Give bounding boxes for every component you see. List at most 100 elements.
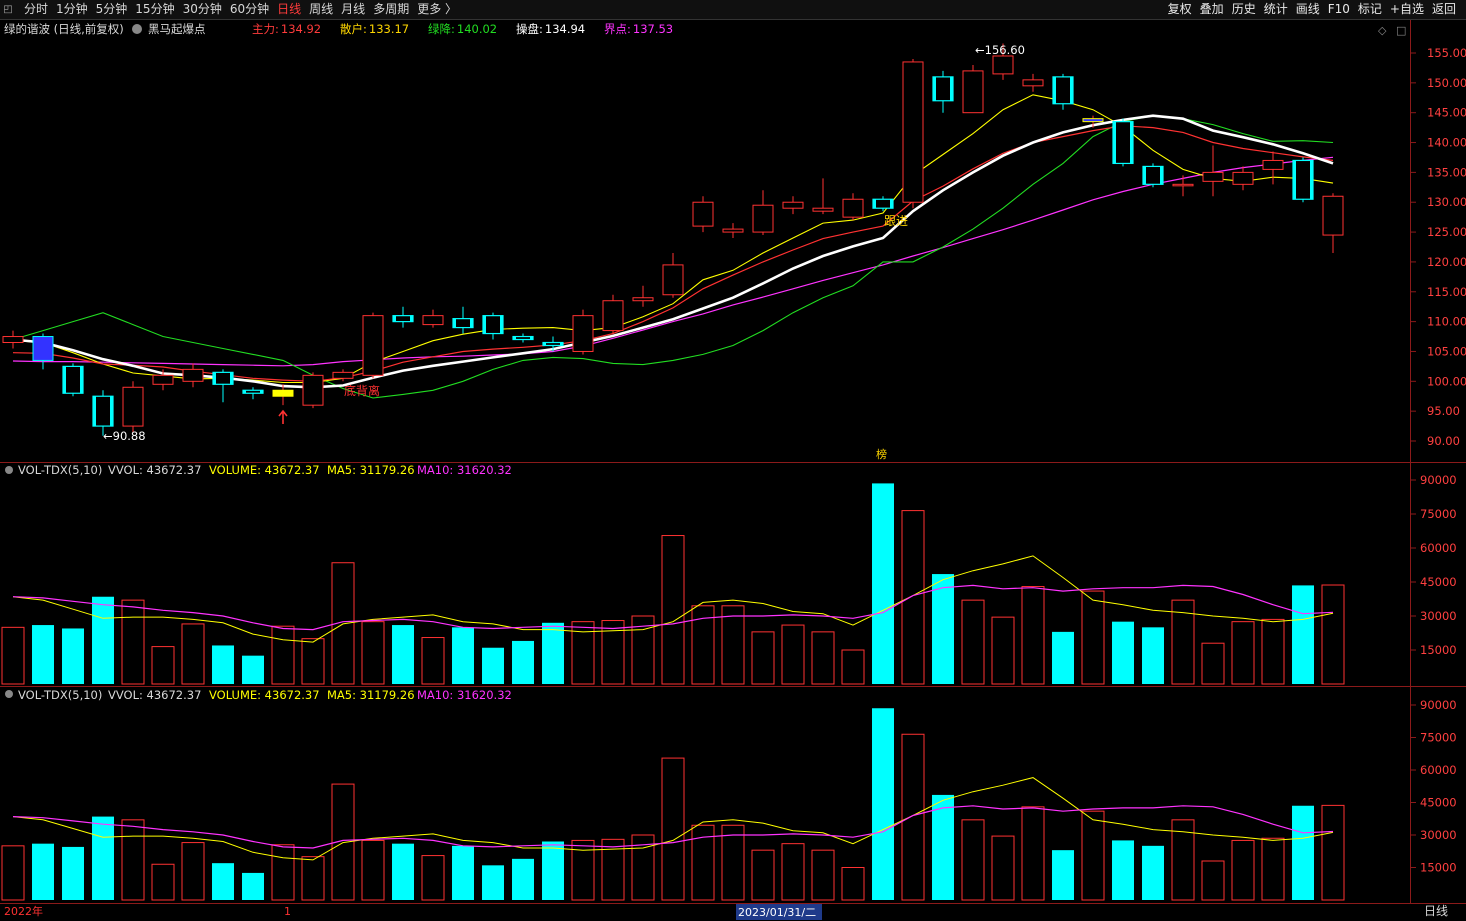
toolbar-right-buttons: 复权 叠加 历史 统计 画线 F10 标记 +自选 返回: [1164, 0, 1460, 19]
square-icon[interactable]: □: [1396, 24, 1406, 37]
vol-tick-0-5: 15000: [1420, 643, 1457, 657]
buy-arrow-icon: [278, 409, 288, 424]
toolbar-button-3[interactable]: 统计: [1260, 0, 1292, 19]
time-axis: 2022年 1 2023/01/31/二 日线: [4, 904, 1448, 920]
price-tick-9: 110.00: [1427, 315, 1466, 329]
indicator-dropdown-icon[interactable]: [132, 24, 142, 34]
vol1-bar-44: [1321, 584, 1345, 685]
vol2-bar-14: [421, 855, 445, 901]
price-axis: 155.00 150.00 145.00 140.00 135.00 130.00 125.…: [1410, 46, 1466, 448]
vol-name: VOL-TDX(5,10): [18, 688, 102, 702]
signal-bottom-divergence: 底背离: [344, 383, 380, 398]
vol2-bar-40: [1201, 860, 1225, 901]
toolbar-button-8[interactable]: 返回: [1428, 0, 1460, 19]
panel-frames: [0, 20, 1466, 904]
toolbar-button-0[interactable]: 复权: [1164, 0, 1196, 19]
vol-tick-1-3: 45000: [1420, 796, 1457, 810]
toolbar-button-6[interactable]: 标记: [1354, 0, 1386, 19]
candle-8: [242, 387, 264, 400]
vol1-bar-31: [932, 574, 954, 684]
toolbar-button-2[interactable]: 历史: [1228, 0, 1260, 19]
volume-axis-1: 90000 75000 60000 45000 30000 15000: [1410, 473, 1457, 657]
volume-axis-2: 90000 75000 60000 45000 30000 15000: [1410, 698, 1457, 875]
period-tab-9[interactable]: 多周期: [369, 0, 413, 19]
price-tick-1: 150.00: [1427, 76, 1466, 90]
period-tab-10[interactable]: 更多 〉: [413, 0, 461, 19]
header-value-1: 散户: 133.17: [340, 22, 409, 36]
vol-dropdown-icon[interactable]: [5, 466, 13, 474]
kline-chart[interactable]: 绿的谐波 (日线,前复权) 黑马起爆点 主力: 134.92 散户: 133.17 绿降…: [0, 20, 1466, 921]
candle-15: [452, 306, 474, 334]
high-price-label: ←156.60: [975, 43, 1025, 57]
period-tab-3[interactable]: 15分钟: [131, 0, 178, 19]
toolbar-button-5[interactable]: F10: [1324, 0, 1354, 19]
header-value-4: 界点: 137.53: [604, 22, 673, 36]
vol2-bar-17: [512, 858, 534, 900]
vol-tick-1-0: 90000: [1420, 698, 1457, 712]
vol1-bar-28: [841, 649, 865, 685]
period-tab-1[interactable]: 1分钟: [52, 0, 92, 19]
toolbar-button-4[interactable]: 画线: [1292, 0, 1324, 19]
candle-43: [1292, 157, 1314, 203]
period-tab-0[interactable]: 分时: [20, 0, 52, 19]
system-menu-icon[interactable]: ◰: [0, 0, 16, 19]
vol-tick-0-0: 90000: [1420, 473, 1457, 487]
candle-30: [902, 58, 924, 209]
diamond-icon[interactable]: ◇: [1378, 24, 1387, 37]
vol2-bar-10: [301, 856, 325, 901]
period-tab-2[interactable]: 5分钟: [92, 0, 132, 19]
candle-29: [872, 196, 894, 212]
period-tab-8[interactable]: 月线: [337, 0, 369, 19]
vol1-bar-24: [721, 605, 745, 685]
vol2-bar-0: [1, 845, 25, 901]
vol2-bar-43: [1292, 805, 1314, 900]
vol-tick-0-3: 45000: [1420, 575, 1457, 589]
toolbar-button-1[interactable]: 叠加: [1196, 0, 1228, 19]
vol2-ma10-line: [12, 805, 1334, 849]
candle-38: [1142, 163, 1164, 188]
period-tab-5[interactable]: 60分钟: [226, 0, 273, 19]
price-tick-8: 115.00: [1427, 285, 1466, 299]
vol1-ma10-line: [12, 584, 1334, 631]
price-tick-7: 120.00: [1427, 255, 1466, 269]
low-price-label: ←90.88: [103, 429, 146, 443]
price-tick-11: 100.00: [1427, 374, 1466, 388]
candle-1: [32, 333, 54, 370]
candle-42: [1262, 151, 1284, 185]
vol1-bar-1: [32, 625, 54, 684]
vol2-bar-15: [452, 845, 474, 900]
vol2-bar-24: [721, 824, 745, 901]
period-label: 日线: [1424, 904, 1448, 918]
period-tabs: 分时 1分钟 5分钟 15分钟 30分钟 60分钟 日线 周线 月线 多周期 更多 〉: [20, 0, 461, 19]
vol-tick-1-5: 15000: [1420, 861, 1457, 875]
price-tick-10: 105.00: [1427, 344, 1466, 358]
ma-yellow-line: [12, 94, 1334, 384]
vol2-bar-12: [361, 839, 385, 901]
vol1-bar-10: [301, 638, 325, 685]
vol2-bar-36: [1081, 810, 1105, 901]
price-tick-6: 125.00: [1427, 225, 1466, 239]
candle-24: [722, 223, 744, 239]
period-tab-4[interactable]: 30分钟: [179, 0, 226, 19]
candle-17: [512, 333, 534, 343]
candle-25: [752, 190, 774, 236]
candle-37: [1112, 118, 1134, 167]
period-tab-7[interactable]: 周线: [305, 0, 337, 19]
vol1-bar-34: [1021, 586, 1045, 685]
volume-bars-1: [1, 483, 1345, 685]
candle-10: [302, 372, 324, 409]
toolbar-button-7[interactable]: +自选: [1386, 0, 1428, 19]
vol1-bar-43: [1292, 585, 1314, 684]
vol2-bar-4: [121, 819, 145, 901]
vol2-bar-1: [32, 843, 54, 900]
vol1-bar-25: [751, 631, 775, 685]
vol2-bar-38: [1142, 845, 1164, 900]
vol-ma10: MA10: 31620.32: [417, 463, 512, 477]
header-value-0: 主力: 134.92: [252, 22, 321, 36]
vol-dropdown-icon[interactable]: [5, 690, 13, 698]
period-tab-6[interactable]: 日线: [273, 0, 305, 19]
volume-bars-2: [1, 708, 1345, 901]
candle-2: [62, 363, 84, 397]
vol1-bar-32: [961, 599, 985, 685]
candle-35: [1052, 73, 1074, 110]
